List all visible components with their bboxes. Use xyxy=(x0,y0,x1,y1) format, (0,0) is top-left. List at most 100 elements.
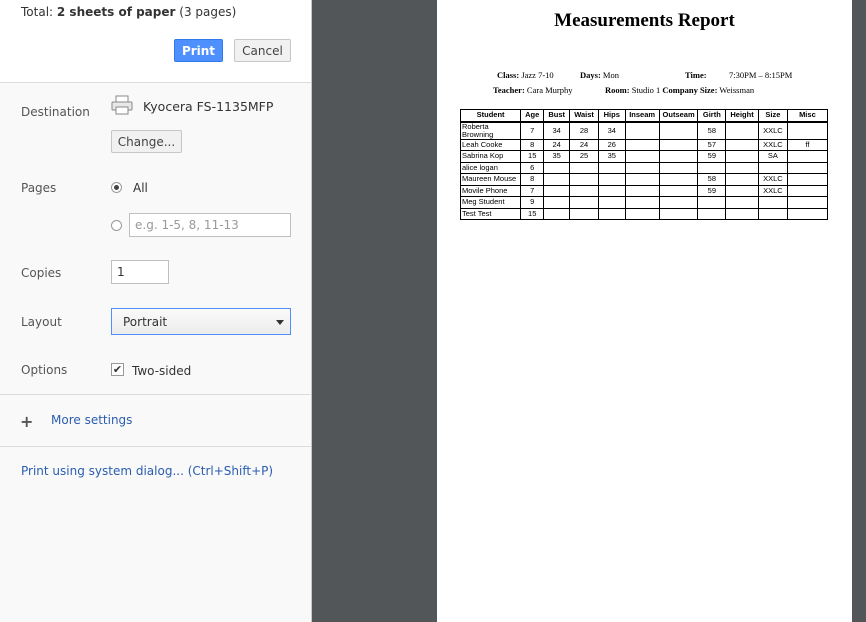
copies-input[interactable]: 1 xyxy=(111,260,169,284)
teacher-value: Cara Murphy xyxy=(526,85,573,95)
table-cell xyxy=(569,196,600,209)
table-cell xyxy=(786,196,829,209)
time-label-text: Time: xyxy=(685,70,707,80)
table-cell xyxy=(543,173,571,186)
table-row: Movile Phone 7 59 XXLC xyxy=(459,184,829,197)
teacher-label: Teacher: xyxy=(493,85,525,95)
table-cell xyxy=(757,207,788,220)
column-header: Bust xyxy=(543,109,571,122)
column-header: Hips xyxy=(598,109,626,122)
table-cell: Leah Cooke xyxy=(459,138,522,151)
table-cell xyxy=(658,161,699,174)
table-cell xyxy=(624,161,660,174)
table-cell xyxy=(624,196,660,209)
table-cell xyxy=(786,184,829,197)
table-cell: 26 xyxy=(598,138,626,151)
table-cell xyxy=(543,161,571,174)
pages-all-radio[interactable] xyxy=(111,182,122,193)
table-row: alice logan 6 xyxy=(459,161,829,174)
table-cell: XXLC xyxy=(757,138,788,151)
table-cell: Roberta Browning xyxy=(459,121,522,140)
layout-label: Layout xyxy=(21,315,62,329)
table-cell xyxy=(598,196,626,209)
table-row: Test Test 15 xyxy=(459,207,829,220)
table-cell xyxy=(624,173,660,186)
table-cell xyxy=(624,207,660,220)
print-button[interactable]: Print xyxy=(174,39,223,62)
table-cell: 34 xyxy=(543,121,571,140)
cancel-button[interactable]: Cancel xyxy=(234,39,291,62)
table-cell xyxy=(598,184,626,197)
two-sided-checkbox[interactable]: ✔ xyxy=(111,363,124,376)
time-value: 7:30PM – 8:15PM xyxy=(729,70,793,80)
table-row: Roberta Browning 7 34 28 34 58 XXLC xyxy=(459,121,829,140)
days-label: Days: xyxy=(580,70,601,80)
column-header: Age xyxy=(520,109,545,122)
table-cell xyxy=(624,184,660,197)
table-cell: 15 xyxy=(520,207,545,220)
table-cell xyxy=(658,207,699,220)
table-cell: 57 xyxy=(697,138,727,151)
destination-label: Destination xyxy=(21,105,90,119)
options-label: Options xyxy=(21,363,68,377)
plus-icon[interactable]: + xyxy=(20,412,33,431)
table-cell xyxy=(697,161,727,174)
printer-name: Kyocera FS-1135MFP xyxy=(143,99,274,114)
pages-range-input[interactable]: e.g. 1-5, 8, 11-13 xyxy=(129,213,291,237)
pages-range-placeholder: e.g. 1-5, 8, 11-13 xyxy=(135,218,239,232)
table-cell xyxy=(658,184,699,197)
system-dialog-link[interactable]: Print using system dialog... (Ctrl+Shift… xyxy=(21,464,273,478)
class-info: Class: Jazz 7-10 xyxy=(497,70,554,80)
table-cell xyxy=(725,121,759,140)
more-settings-link[interactable]: More settings xyxy=(51,413,132,427)
table-cell: ff xyxy=(786,138,829,151)
column-header: Inseam xyxy=(624,109,660,122)
pages-all-label: All xyxy=(133,181,148,195)
table-cell: SA xyxy=(757,150,788,163)
table-cell: 8 xyxy=(520,138,545,151)
layout-select[interactable]: Portrait xyxy=(111,308,291,335)
preview-page: Measurements Report Class: Jazz 7-10 Day… xyxy=(437,0,852,622)
table-cell: 8 xyxy=(520,173,545,186)
printer-icon xyxy=(111,95,133,115)
change-destination-button[interactable]: Change... xyxy=(111,130,182,153)
table-cell xyxy=(658,196,699,209)
company-size-label: Company Size: xyxy=(662,85,718,95)
table-cell: Test Test xyxy=(459,207,522,220)
table-cell xyxy=(786,121,829,140)
time-label: Time: xyxy=(685,70,707,80)
header-section: Total: 2 sheets of paper (3 pages) Print… xyxy=(0,0,311,83)
pages-custom-radio[interactable] xyxy=(111,220,122,231)
table-cell xyxy=(725,161,759,174)
table-cell xyxy=(725,196,759,209)
table-cell xyxy=(569,184,600,197)
table-cell xyxy=(543,184,571,197)
table-cell: 25 xyxy=(569,150,600,163)
room-label: Room: xyxy=(605,85,630,95)
copies-value: 1 xyxy=(117,265,125,279)
table-cell xyxy=(786,173,829,186)
pages-label: Pages xyxy=(21,181,57,195)
print-settings-panel: Total: 2 sheets of paper (3 pages) Print… xyxy=(0,0,312,622)
table-cell: 58 xyxy=(697,121,727,140)
table-cell xyxy=(658,138,699,151)
table-body: Roberta Browning 7 34 28 34 58 XXLC Leah Cooke 8… xyxy=(459,121,829,220)
table-cell xyxy=(725,173,759,186)
table-cell: 35 xyxy=(543,150,571,163)
table-cell: alice logan xyxy=(459,161,522,174)
measurements-table: Student Age Bust Waist Hips Inseam Outseam Girt… xyxy=(459,109,829,220)
table-cell xyxy=(598,173,626,186)
table-cell: 9 xyxy=(520,196,545,209)
table-cell xyxy=(658,173,699,186)
column-header: Outseam xyxy=(658,109,699,122)
summary-prefix: Total: xyxy=(21,5,54,19)
table-cell xyxy=(725,184,759,197)
teacher-info: Teacher: Cara Murphy xyxy=(493,85,572,95)
copies-label: Copies xyxy=(21,266,62,280)
class-label: Class: xyxy=(497,70,520,80)
table-row: Leah Cooke 8 24 24 26 57 XXLC ff xyxy=(459,138,829,151)
table-cell: 59 xyxy=(697,184,727,197)
column-header: Girth xyxy=(697,109,727,122)
table-cell xyxy=(658,150,699,163)
two-sided-label: Two-sided xyxy=(132,364,192,378)
